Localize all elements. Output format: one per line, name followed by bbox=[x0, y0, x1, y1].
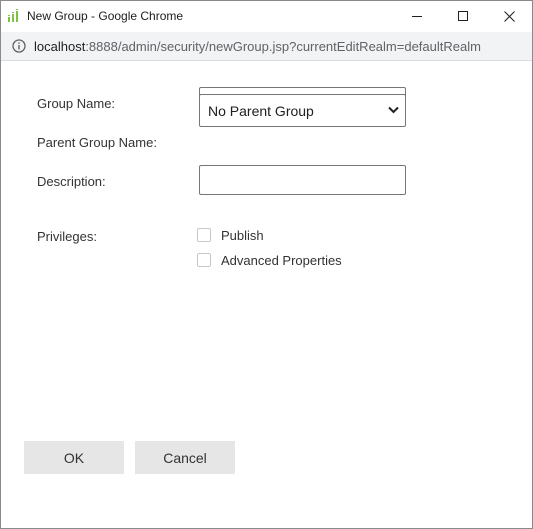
app-logo-icon bbox=[8, 9, 18, 22]
dialog-window: New Group - Google Chrome localhost:8888… bbox=[0, 0, 533, 529]
close-icon bbox=[503, 11, 515, 22]
minimize-button[interactable] bbox=[394, 1, 440, 32]
cancel-button-label: Cancel bbox=[163, 449, 207, 466]
chevron-down-icon bbox=[388, 106, 399, 114]
window-title: New Group - Google Chrome bbox=[27, 9, 184, 23]
ok-button-label: OK bbox=[63, 449, 85, 466]
publish-label[interactable]: Publish bbox=[221, 228, 264, 243]
info-icon[interactable] bbox=[12, 39, 26, 53]
maximize-icon bbox=[457, 11, 468, 21]
publish-checkbox[interactable] bbox=[197, 228, 211, 242]
url-host: localhost bbox=[34, 39, 86, 54]
close-button[interactable] bbox=[486, 1, 532, 32]
parent-group-label: Parent Group Name: bbox=[37, 135, 157, 150]
advanced-properties-checkbox[interactable] bbox=[197, 253, 211, 267]
address-bar[interactable]: localhost:8888/admin/security/newGroup.j… bbox=[1, 32, 532, 61]
minimize-icon bbox=[411, 16, 422, 17]
parent-group-value: No Parent Group bbox=[208, 103, 314, 119]
ok-button[interactable]: OK bbox=[24, 441, 124, 474]
url-text[interactable]: localhost:8888/admin/security/newGroup.j… bbox=[34, 39, 481, 54]
advanced-properties-label[interactable]: Advanced Properties bbox=[221, 253, 342, 268]
group-name-label: Group Name: bbox=[37, 96, 116, 111]
maximize-button[interactable] bbox=[440, 1, 486, 32]
cancel-button[interactable]: Cancel bbox=[135, 441, 235, 474]
url-path: :8888/admin/security/newGroup.jsp?curren… bbox=[85, 39, 481, 54]
description-label: Description: bbox=[37, 174, 106, 189]
parent-group-select[interactable]: No Parent Group bbox=[199, 94, 406, 127]
title-bar: New Group - Google Chrome bbox=[1, 1, 532, 32]
privileges-label: Privileges: bbox=[37, 229, 97, 244]
description-input[interactable] bbox=[199, 165, 406, 195]
